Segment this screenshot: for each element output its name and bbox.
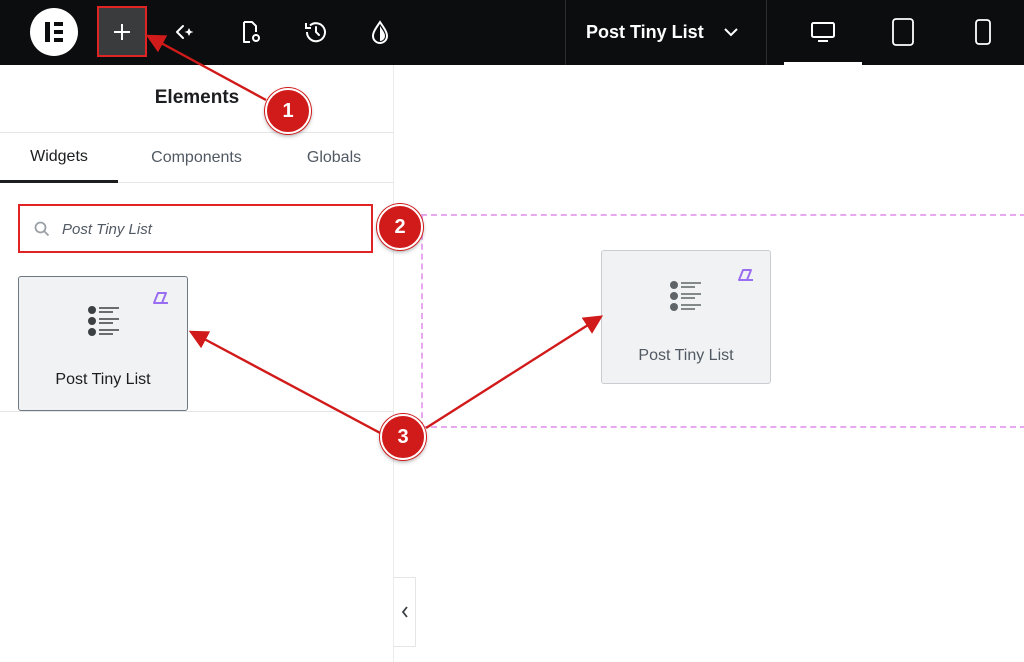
- desktop-icon: [811, 22, 835, 42]
- page-title: Post Tiny List: [586, 22, 704, 42]
- panel-tabs: Widgets Components Globals: [0, 132, 394, 183]
- theme-style-icon: [371, 20, 389, 44]
- tab-components[interactable]: Components: [131, 133, 262, 183]
- history-button[interactable]: [292, 8, 340, 56]
- page-settings-button[interactable]: [226, 8, 274, 56]
- collapse-panel-button[interactable]: [394, 577, 416, 647]
- tablet-view-button[interactable]: [864, 9, 942, 55]
- toolbar-divider: [766, 0, 767, 65]
- chevron-down-icon: [724, 28, 738, 37]
- plus-icon: [114, 23, 130, 40]
- page-settings-icon: [243, 21, 260, 43]
- site-settings-icon: [176, 25, 194, 39]
- panel-title: Elements: [154, 87, 240, 108]
- history-icon: [305, 22, 326, 43]
- desktop-view-button[interactable]: [784, 9, 862, 55]
- theme-style-button[interactable]: [356, 8, 404, 56]
- tab-globals[interactable]: Globals: [274, 133, 394, 183]
- add-element-button[interactable]: [97, 6, 147, 57]
- panel-divider: [0, 411, 394, 412]
- widget-label: Post Tiny List: [55, 371, 151, 388]
- dragged-widget-post-tiny-list[interactable]: Post Tiny List: [601, 250, 771, 384]
- chevron-left-icon: [401, 606, 408, 618]
- dragged-widget-label: Post Tiny List: [638, 347, 734, 364]
- mobile-icon: [975, 19, 991, 45]
- widget-search: [18, 204, 373, 253]
- elements-panel: Elements Widgets Components Globals Post…: [0, 65, 394, 662]
- elementor-logo-icon[interactable]: [30, 8, 78, 56]
- step-badge-1: 1: [265, 88, 311, 134]
- pro-badge-icon: [738, 269, 753, 281]
- top-bar: Post Tiny List: [0, 0, 1024, 65]
- search-input[interactable]: [62, 217, 352, 241]
- tab-widgets[interactable]: Widgets: [0, 133, 118, 183]
- pro-badge-icon: [153, 292, 168, 304]
- mobile-view-button[interactable]: [944, 9, 1022, 55]
- widget-post-tiny-list[interactable]: Post Tiny List: [18, 276, 188, 411]
- page-select-dropdown[interactable]: Post Tiny List: [565, 0, 765, 65]
- site-settings-button[interactable]: [161, 8, 209, 56]
- active-device-indicator: [784, 62, 862, 65]
- post-tiny-list-icon: [670, 281, 701, 311]
- search-icon: [34, 221, 50, 237]
- step-badge-2: 2: [377, 204, 423, 250]
- step-badge-3: 3: [380, 414, 426, 460]
- tablet-icon: [892, 18, 914, 46]
- post-tiny-list-icon: [88, 306, 119, 336]
